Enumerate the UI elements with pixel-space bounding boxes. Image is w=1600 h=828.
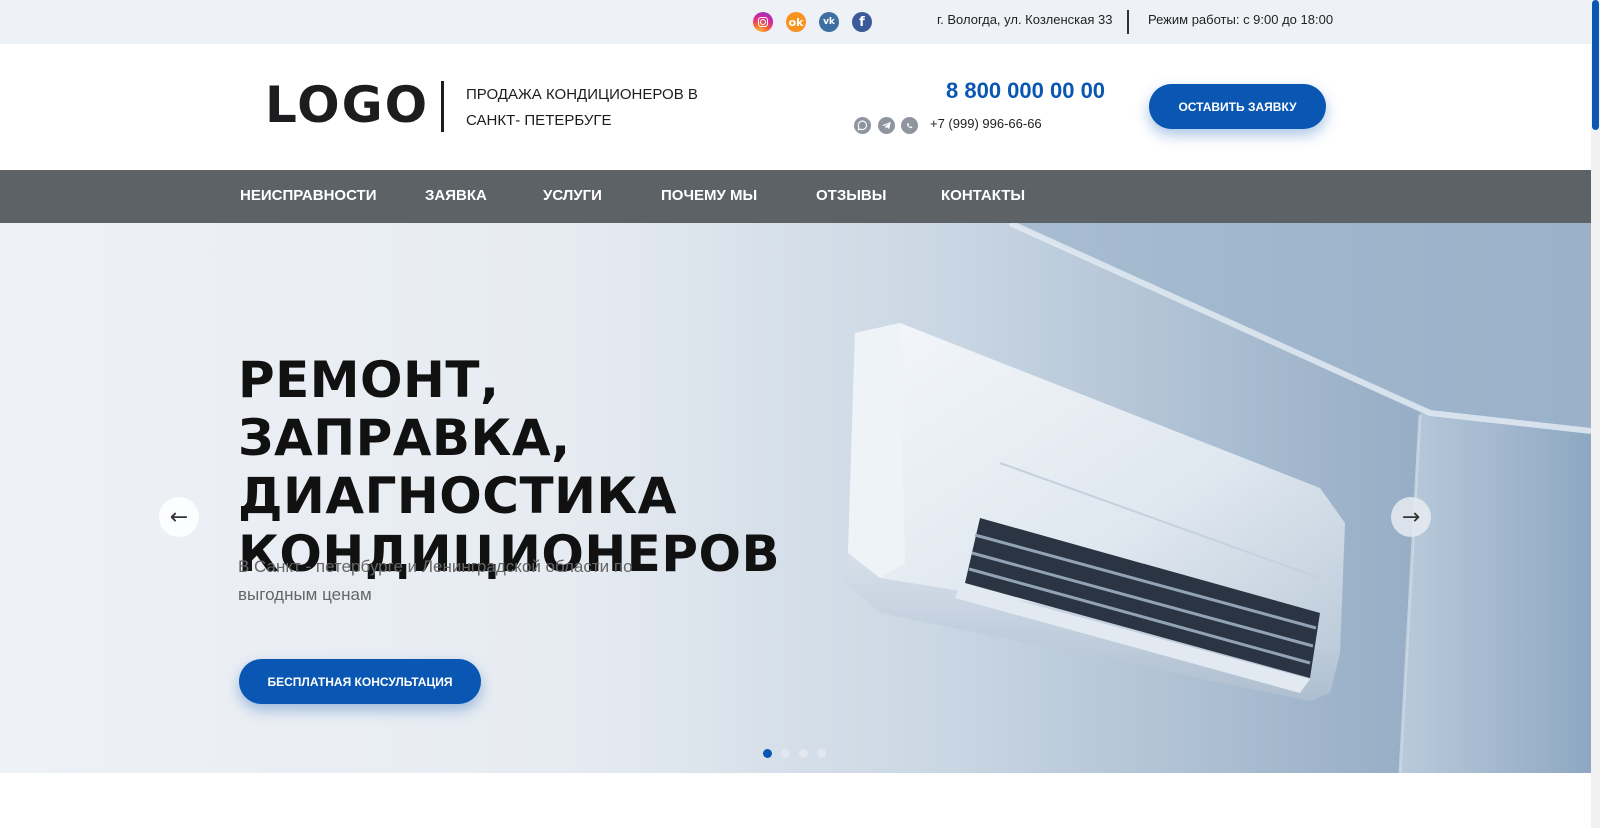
vk-icon[interactable]: vk [819, 12, 839, 32]
instagram-icon[interactable] [753, 12, 773, 32]
divider [1127, 10, 1129, 34]
whatsapp-icon[interactable] [901, 117, 918, 134]
alt-phone-link[interactable]: +7 (999) 996-66-66 [930, 116, 1042, 131]
slider-dot[interactable] [781, 749, 790, 758]
arrow-right-icon[interactable]: → [1391, 497, 1431, 537]
hero-title: РЕМОНТ, ЗАПРАВКА, ДИАГНОСТИКА КОНДИЦИОНЕ… [238, 351, 781, 583]
working-hours-text: Режим работы: с 9:00 до 18:00 [1148, 12, 1334, 27]
top-bar: ok vk f г. Вологда, ул. Козленская 33 Ре… [0, 0, 1591, 44]
logo-divider [441, 81, 444, 132]
slider-dot[interactable] [763, 749, 772, 758]
main-phone-link[interactable]: 8 800 000 00 00 [946, 78, 1105, 104]
nav-item-faults[interactable]: НЕИСПРАВНОСТИ [240, 187, 377, 204]
free-consultation-button[interactable]: БЕСПЛАТНАЯ КОНСУЛЬТАЦИЯ [239, 659, 481, 704]
site-logo[interactable]: LOGO [265, 76, 429, 134]
telegram-icon[interactable] [878, 117, 895, 134]
hero-subtitle: В Санкт - петербурге и Ленинградской обл… [238, 557, 633, 604]
hero-slider: РЕМОНТ, ЗАПРАВКА, ДИАГНОСТИКА КОНДИЦИОНЕ… [0, 223, 1591, 773]
site-tagline: ПРОДАЖА КОНДИЦИОНЕРОВ В САНКТ- ПЕТЕРБУГЕ [466, 86, 698, 129]
nav-item-why-us[interactable]: ПОЧЕМУ МЫ [661, 187, 757, 204]
nav-item-reviews[interactable]: ОТЗЫВЫ [816, 187, 886, 204]
nav-item-request[interactable]: ЗАЯВКА [425, 187, 487, 204]
slider-dot[interactable] [799, 749, 808, 758]
address-text: г. Вологда, ул. Козленская 33 [937, 12, 1113, 27]
nav-item-services[interactable]: УСЛУГИ [543, 187, 602, 204]
page-scrollbar[interactable] [1591, 0, 1600, 828]
odnoklassniki-icon[interactable]: ok [786, 12, 806, 32]
arrow-left-icon[interactable]: ← [159, 497, 199, 537]
nav-item-contacts[interactable]: КОНТАКТЫ [941, 187, 1025, 204]
slider-dot[interactable] [817, 749, 826, 758]
facebook-icon[interactable]: f [852, 12, 872, 32]
leave-request-button[interactable]: ОСТАВИТЬ ЗАЯВКУ [1149, 84, 1326, 129]
main-nav: НЕИСПРАВНОСТИ ЗАЯВКА УСЛУГИ ПОЧЕМУ МЫ ОТ… [0, 170, 1591, 223]
scrollbar-thumb[interactable] [1592, 0, 1599, 130]
viber-icon[interactable] [854, 117, 871, 134]
